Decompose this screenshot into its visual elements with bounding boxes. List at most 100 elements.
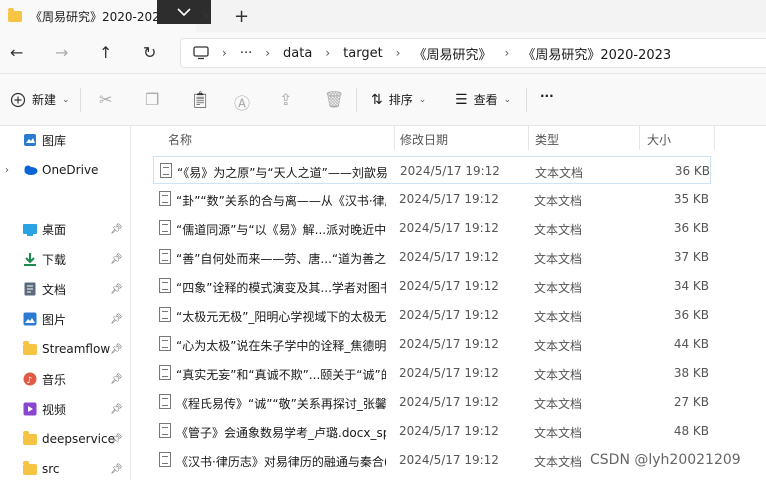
- breadcrumb-item-data[interactable]: data: [283, 46, 312, 61]
- breadcrumb-item-zhouyi[interactable]: 《周易研究》: [413, 44, 491, 63]
- folder-icon: [22, 460, 38, 477]
- sidebar-item-label: src: [42, 462, 60, 476]
- table-row[interactable]: “太极元无极”_阳明心学视域下的太极无... 2024/5/17 19:12 文…: [153, 301, 711, 329]
- pin-icon[interactable]: 📌︎: [110, 344, 123, 355]
- table-row[interactable]: “《易》为之原”与“天人之道”——刘歆易... 2024/5/17 19:12 …: [153, 156, 711, 184]
- file-type: 文本文档: [534, 426, 583, 440]
- sort-button[interactable]: ⇅ 排序 ⌄: [371, 91, 426, 108]
- pin-icon[interactable]: 📌︎: [110, 404, 123, 415]
- text-file-icon: [159, 452, 171, 467]
- table-row[interactable]: “儒道同源”与“以《易》解...派对晚近中国... 2024/5/17 19:1…: [153, 214, 711, 242]
- file-name: 《汉书·律历志》对易律历的融通与秦合(...: [176, 455, 386, 469]
- sidebar-item-videos[interactable]: 视频 📌︎: [0, 395, 130, 423]
- more-options-button[interactable]: ···: [540, 89, 554, 103]
- file-name: “《易》为之原”与“天人之道”——刘歆易...: [177, 166, 387, 180]
- document-icon: [22, 281, 38, 297]
- file-size: 36 KB: [673, 221, 709, 235]
- column-header-type[interactable]: 类型: [535, 131, 559, 148]
- file-date: 2024/5/17 19:12: [399, 221, 499, 235]
- pin-icon[interactable]: 📌︎: [110, 434, 123, 445]
- music-icon: ♪: [22, 371, 38, 387]
- divider: [356, 88, 357, 112]
- column-header-date[interactable]: 修改日期: [400, 131, 448, 148]
- chevron-right-icon: ›: [222, 46, 227, 60]
- new-button[interactable]: 新建 ⌄: [10, 91, 70, 108]
- sidebar-item-label: 图库: [42, 133, 67, 148]
- sidebar-item-label: OneDrive: [42, 163, 99, 177]
- sidebar-item-documents[interactable]: 文档 📌︎: [0, 275, 130, 303]
- cut-icon[interactable]: ✂: [99, 90, 112, 109]
- file-name: “儒道同源”与“以《易》解...派对晚近中国...: [176, 223, 386, 237]
- table-row[interactable]: “真实无妄”和“真诚不欺”...颐关于“诚”的... 2024/5/17 19:…: [153, 359, 711, 387]
- file-name: “善”自何处而来——劳、唐...“道为善之...: [176, 252, 386, 266]
- breadcrumb-item-current[interactable]: 《周易研究》2020-2023: [522, 44, 671, 63]
- back-arrow-icon[interactable]: ←: [10, 43, 23, 62]
- file-date: 2024/5/17 19:12: [399, 192, 499, 206]
- close-tab-icon[interactable]: ✕: [200, 9, 212, 25]
- column-header-size[interactable]: 大小: [647, 131, 671, 148]
- pin-icon[interactable]: 📌︎: [110, 254, 123, 265]
- file-name: 《程氏易传》“诚”“敬”关系再探讨_张馨予...: [176, 397, 386, 411]
- pin-icon[interactable]: 📌︎: [110, 284, 123, 295]
- pin-icon[interactable]: 📌︎: [110, 464, 123, 475]
- delete-icon[interactable]: 🗑︎: [324, 90, 344, 109]
- new-tab-button[interactable]: +: [234, 6, 249, 27]
- sidebar-item-desktop[interactable]: 桌面 📌︎: [0, 215, 130, 243]
- sidebar-item-deepservice[interactable]: deepservice 📌︎: [0, 425, 130, 453]
- sidebar-item-label: 文档: [42, 282, 67, 297]
- column-divider[interactable]: [528, 126, 529, 150]
- text-file-icon: [159, 307, 171, 322]
- table-row[interactable]: 《管子》会通象数易学考_卢璐.docx_spli... 2024/5/17 19…: [153, 417, 711, 445]
- column-divider[interactable]: [394, 126, 395, 150]
- pin-icon[interactable]: 📌︎: [110, 374, 123, 385]
- chevron-down-icon: [177, 8, 191, 17]
- sidebar-item-pictures[interactable]: 图片 📌︎: [0, 305, 130, 333]
- sidebar-item-src[interactable]: src 📌︎: [0, 455, 130, 480]
- sidebar-item-onedrive[interactable]: › OneDrive: [0, 156, 130, 184]
- table-row[interactable]: “心为太极”说在朱子学中的诠释_焦德明.... 2024/5/17 19:12 …: [153, 330, 711, 358]
- breadcrumb-item-target[interactable]: target: [343, 46, 383, 61]
- pin-icon[interactable]: 📌︎: [110, 224, 123, 235]
- table-row[interactable]: “卦”“数”关系的合与离——从《汉书·律历... 2024/5/17 19:12…: [153, 185, 711, 213]
- svg-text:♪: ♪: [27, 376, 33, 386]
- file-size: 37 KB: [673, 250, 709, 264]
- tab-title: 《周易研究》2020-2023: [30, 9, 168, 24]
- breadcrumb-more[interactable]: ···: [240, 46, 252, 61]
- breadcrumb[interactable]: › ··· › data › target › 《周易研究》 › 《周易研究》2…: [180, 38, 766, 68]
- view-button[interactable]: ☰ 查看 ⌄: [455, 91, 511, 108]
- chevron-right-icon[interactable]: ›: [5, 165, 9, 176]
- column-divider[interactable]: [639, 126, 640, 150]
- forward-arrow-icon[interactable]: →: [55, 43, 68, 62]
- copy-icon[interactable]: ❐: [145, 90, 159, 109]
- file-type: 文本文档: [534, 252, 583, 266]
- text-file-icon: [160, 163, 172, 178]
- column-divider[interactable]: [714, 126, 715, 150]
- file-date: 2024/5/17 19:12: [399, 337, 499, 351]
- table-row[interactable]: “四象”诠释的模式演变及其...学者对图书... 2024/5/17 19:12…: [153, 272, 711, 300]
- chevron-right-icon: ›: [504, 46, 510, 60]
- sidebar-item-downloads[interactable]: 下载 📌︎: [0, 245, 130, 273]
- text-file-icon: [159, 394, 171, 409]
- sidebar-item-music[interactable]: ♪ 音乐 📌︎: [0, 365, 130, 393]
- navigation-pane: 图库 › OneDrive 桌面 📌︎ 下载 📌︎ 文档 📌︎ 图片 📌︎ St…: [0, 126, 131, 480]
- table-row[interactable]: “善”自何处而来——劳、唐...“道为善之... 2024/5/17 19:12…: [153, 243, 711, 271]
- file-date: 2024/5/17 19:12: [399, 279, 499, 293]
- rename-icon[interactable]: Ⓐ: [234, 90, 250, 114]
- view-label: 查看: [473, 93, 498, 107]
- paste-icon[interactable]: 📋︎: [190, 90, 210, 109]
- pin-icon[interactable]: 📌︎: [110, 314, 123, 325]
- refresh-icon[interactable]: ↻: [143, 43, 156, 62]
- share-icon[interactable]: ⇪: [279, 90, 292, 109]
- table-row[interactable]: 《程氏易传》“诚”“敬”关系再探讨_张馨予... 2024/5/17 19:12…: [153, 388, 711, 416]
- sidebar-item-streamflow[interactable]: Streamflow 📌︎: [0, 335, 130, 363]
- column-header-name[interactable]: 名称: [168, 131, 192, 148]
- address-bar: ← → ↑ ↻ › ··· › data › target › 《周易研究》 ›…: [0, 32, 766, 74]
- file-size: 35 KB: [673, 192, 709, 206]
- cloud-icon: [22, 162, 38, 178]
- text-file-icon: [159, 278, 171, 293]
- sidebar-item-label: 下载: [42, 252, 67, 267]
- file-name: “真实无妄”和“真诚不欺”...颐关于“诚”的...: [176, 368, 386, 382]
- sidebar-item-gallery[interactable]: 图库: [0, 126, 130, 154]
- file-name: “心为太极”说在朱子学中的诠释_焦德明....: [176, 339, 386, 353]
- up-arrow-icon[interactable]: ↑: [99, 43, 112, 62]
